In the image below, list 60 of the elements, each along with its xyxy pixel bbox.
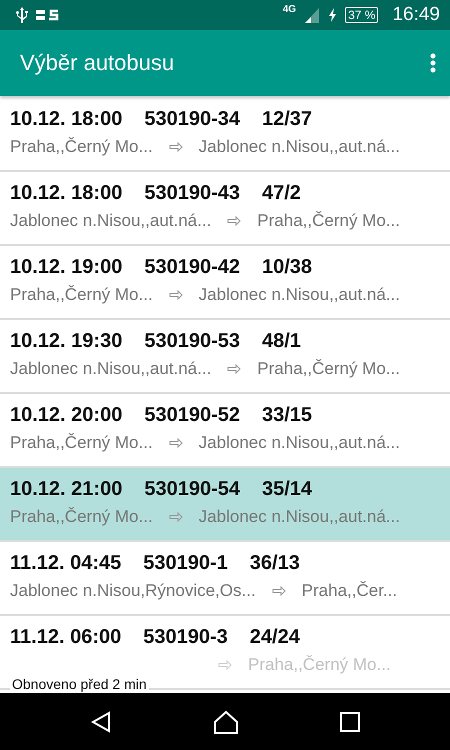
origin-stop: Praha,,Černý Mo... xyxy=(10,285,153,305)
arrow-icon xyxy=(227,216,242,226)
origin-stop: Praha,,Černý Mo... xyxy=(10,137,153,157)
seat-count: 48/1 xyxy=(262,330,301,353)
seat-count: 24/24 xyxy=(250,626,300,649)
destination-stop: Praha,,Černý Mo... xyxy=(257,211,400,231)
destination-stop: Jablonec n.Nisou,,aut.ná... xyxy=(198,137,400,157)
seat-count: 10/38 xyxy=(262,256,312,279)
arrow-icon xyxy=(168,290,183,300)
arrow-icon xyxy=(168,438,183,448)
origin-stop: Jablonec n.Nisou,,aut.ná... xyxy=(10,211,212,231)
arrow-icon xyxy=(218,660,232,670)
seat-count: 36/13 xyxy=(250,552,300,575)
app-title: Výběr autobusu xyxy=(20,50,176,76)
bus-number: 530190-54 xyxy=(144,478,240,501)
departure-datetime: 10.12. 18:00 xyxy=(10,182,122,205)
home-icon[interactable] xyxy=(212,710,239,734)
seat-count: 47/2 xyxy=(262,182,301,205)
departure-datetime: 10.12. 19:00 xyxy=(10,256,122,279)
arrow-icon xyxy=(168,142,183,152)
bus-number: 530190-42 xyxy=(144,256,240,279)
origin-stop: Praha,,Černý Mo... xyxy=(10,433,153,453)
destination-stop: Praha,,Černý Mo... xyxy=(248,655,391,675)
bus-number: 530190-1 xyxy=(143,552,228,575)
charging-icon xyxy=(328,8,338,22)
network-type: 4G xyxy=(282,4,296,15)
bus-list-item[interactable]: 10.12. 21:00 530190-54 35/14 Praha,,Černý Mo... Jablonec n.Nisou,,aut.ná... xyxy=(0,468,450,542)
seat-count: 33/15 xyxy=(262,404,312,427)
origin-stop: Jablonec n.Nisou,Rýnovice,Os... xyxy=(10,581,256,601)
bus-number: 530190-3 xyxy=(143,626,228,649)
departure-datetime: 10.12. 20:00 xyxy=(10,404,122,427)
departure-datetime: 11.12. 06:00 xyxy=(10,626,122,649)
departure-datetime: 10.12. 18:00 xyxy=(10,108,122,131)
destination-stop: Jablonec n.Nisou,,aut.ná... xyxy=(198,507,400,527)
seat-count: 35/14 xyxy=(262,478,312,501)
usb-icon xyxy=(16,7,28,23)
more-options-icon[interactable] xyxy=(430,53,436,73)
departure-datetime: 11.12. 04:45 xyxy=(10,552,122,575)
departure-datetime: 10.12. 19:30 xyxy=(10,330,122,353)
origin-stop: Praha,,Černý Mo... xyxy=(10,507,153,527)
destination-stop: Jablonec n.Nisou,,aut.ná... xyxy=(198,433,400,453)
bus-logo-icon xyxy=(36,8,60,22)
recent-apps-icon[interactable] xyxy=(340,712,360,732)
signal-icon xyxy=(304,7,320,23)
destination-stop: Praha,,Čer... xyxy=(302,581,398,601)
departure-datetime: 10.12. 21:00 xyxy=(10,478,122,501)
bus-number: 530190-53 xyxy=(144,330,240,353)
arrow-icon xyxy=(272,586,286,596)
destination-stop: Praha,,Černý Mo... xyxy=(257,359,400,379)
arrow-icon xyxy=(227,364,242,374)
bus-number: 530190-52 xyxy=(144,404,240,427)
origin-stop: Jablonec n.Nisou,,aut.ná... xyxy=(10,359,212,379)
destination-stop: Jablonec n.Nisou,,aut.ná... xyxy=(198,285,400,305)
bus-number: 530190-34 xyxy=(144,108,240,131)
arrow-icon xyxy=(168,512,183,522)
battery-level: 37 % xyxy=(345,7,378,23)
seat-count: 12/37 xyxy=(262,108,312,131)
clock: 16:49 xyxy=(392,4,440,26)
back-icon[interactable] xyxy=(90,710,112,732)
bus-number: 530190-43 xyxy=(144,182,240,205)
